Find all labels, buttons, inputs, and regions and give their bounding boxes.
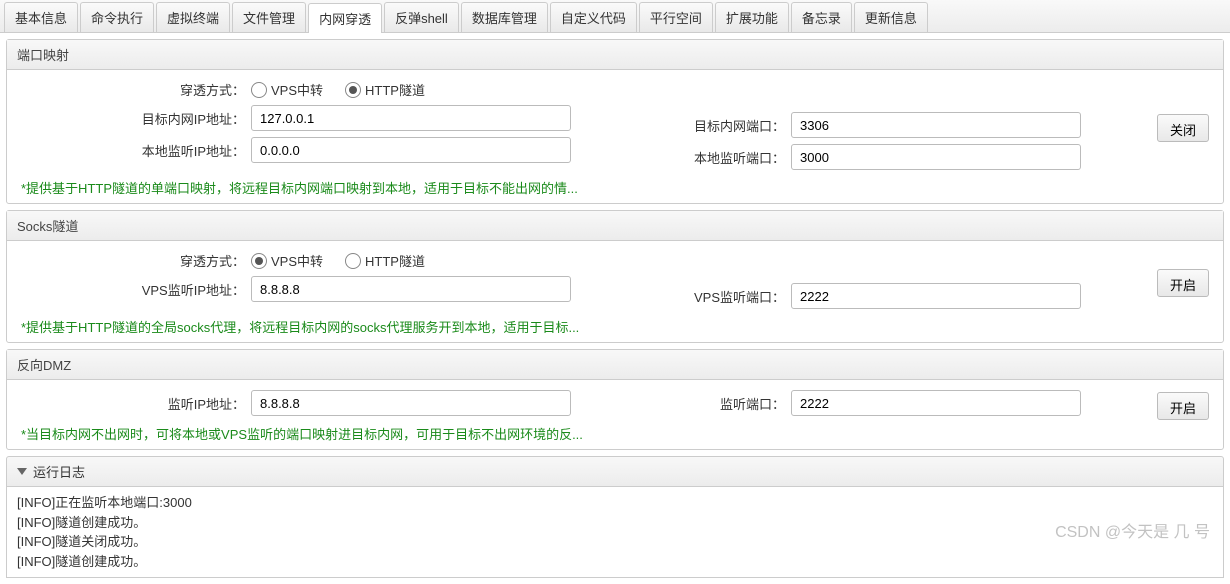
tab-10[interactable]: 备忘录 [791, 2, 852, 32]
tab-0[interactable]: 基本信息 [4, 2, 78, 32]
log-line: [INFO]隧道关闭成功。 [17, 532, 1213, 552]
local-ip-input[interactable] [251, 137, 571, 163]
tab-5[interactable]: 反弹shell [384, 2, 459, 32]
log-line: [INFO]正在监听本地端口:3000 [17, 493, 1213, 513]
open-button[interactable]: 开启 [1157, 392, 1209, 420]
target-ip-input[interactable] [251, 105, 571, 131]
socks-panel: Socks隧道 穿透方式： VPS中转 HTTP隧道 VPS监听IP地址： [6, 210, 1224, 343]
radio-http[interactable] [345, 82, 361, 98]
panel-title: 反向DMZ [7, 350, 1223, 380]
log-body: [INFO]正在监听本地端口:3000[INFO]隧道创建成功。[INFO]隧道… [6, 487, 1224, 578]
log-title: 运行日志 [33, 462, 85, 481]
dmz-panel: 反向DMZ 监听IP地址： 监听端口： 开启 [6, 349, 1224, 450]
radio-vps-label: VPS中转 [271, 251, 323, 270]
target-port-input[interactable] [791, 112, 1081, 138]
radio-vps-label: VPS中转 [271, 80, 323, 99]
method-radio-group: VPS中转 HTTP隧道 [251, 251, 443, 270]
vps-port-input[interactable] [791, 283, 1081, 309]
log-line: [INFO]隧道创建成功。 [17, 552, 1213, 572]
tab-bar: 基本信息命令执行虚拟终端文件管理内网穿透反弹shell数据库管理自定义代码平行空… [0, 0, 1230, 33]
close-button[interactable]: 关闭 [1157, 114, 1209, 142]
dmz-port-label: 监听端口： [661, 394, 791, 413]
tab-8[interactable]: 平行空间 [639, 2, 713, 32]
dmz-port-input[interactable] [791, 390, 1081, 416]
radio-http-label: HTTP隧道 [365, 251, 425, 270]
local-ip-label: 本地监听IP地址： [21, 141, 251, 160]
method-label: 穿透方式： [21, 80, 251, 99]
panel-title: Socks隧道 [7, 211, 1223, 241]
dmz-note: *当目标内网不出网时，可将本地或VPS监听的端口映射进目标内网，可用于目标不出网… [21, 424, 1209, 443]
method-radio-group: VPS中转 HTTP隧道 [251, 80, 443, 99]
log-header[interactable]: 运行日志 [6, 456, 1224, 487]
radio-http-label: HTTP隧道 [365, 80, 425, 99]
radio-vps[interactable] [251, 253, 267, 269]
tab-11[interactable]: 更新信息 [854, 2, 928, 32]
port-mapping-panel: 端口映射 穿透方式： VPS中转 HTTP隧道 目标内网IP地址： [6, 39, 1224, 204]
tab-1[interactable]: 命令执行 [80, 2, 154, 32]
chevron-down-icon [17, 468, 27, 475]
radio-vps[interactable] [251, 82, 267, 98]
log-line: [INFO]隧道创建成功。 [17, 513, 1213, 533]
vps-port-label: VPS监听端口： [661, 287, 791, 306]
local-port-label: 本地监听端口： [661, 148, 791, 167]
method-label: 穿透方式： [21, 251, 251, 270]
tab-4[interactable]: 内网穿透 [308, 3, 382, 33]
radio-http[interactable] [345, 253, 361, 269]
dmz-ip-label: 监听IP地址： [21, 394, 251, 413]
local-port-input[interactable] [791, 144, 1081, 170]
port-mapping-note: *提供基于HTTP隧道的单端口映射，将远程目标内网端口映射到本地，适用于目标不能… [21, 178, 1209, 197]
tab-7[interactable]: 自定义代码 [550, 2, 637, 32]
open-button[interactable]: 开启 [1157, 269, 1209, 297]
log-panel: 运行日志 [INFO]正在监听本地端口:3000[INFO]隧道创建成功。[IN… [6, 456, 1224, 578]
vps-ip-input[interactable] [251, 276, 571, 302]
vps-ip-label: VPS监听IP地址： [21, 280, 251, 299]
panel-title: 端口映射 [7, 40, 1223, 70]
tab-2[interactable]: 虚拟终端 [156, 2, 230, 32]
tab-6[interactable]: 数据库管理 [461, 2, 548, 32]
target-port-label: 目标内网端口： [661, 116, 791, 135]
tab-9[interactable]: 扩展功能 [715, 2, 789, 32]
dmz-ip-input[interactable] [251, 390, 571, 416]
socks-note: *提供基于HTTP隧道的全局socks代理，将远程目标内网的socks代理服务开… [21, 317, 1209, 336]
tab-3[interactable]: 文件管理 [232, 2, 306, 32]
target-ip-label: 目标内网IP地址： [21, 109, 251, 128]
